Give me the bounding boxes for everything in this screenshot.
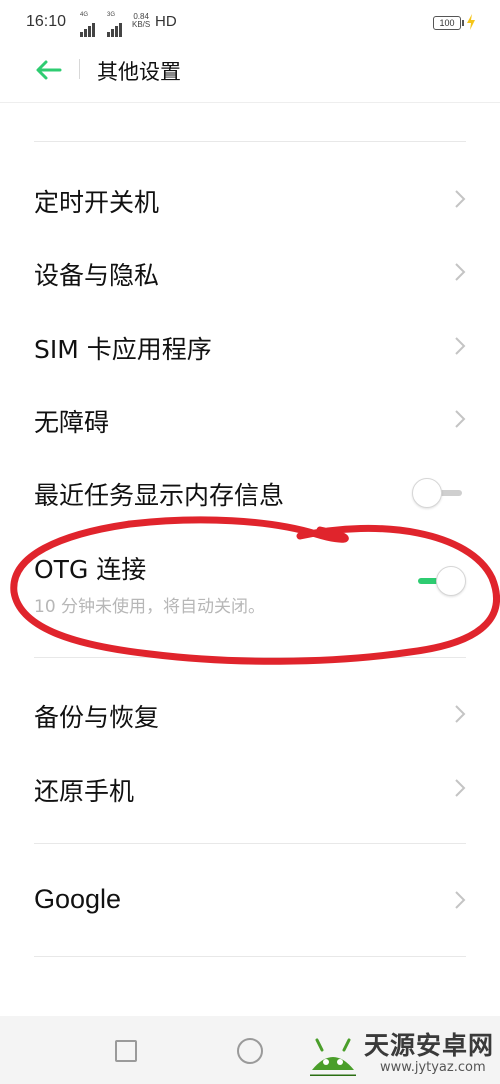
home-circle-icon[interactable] — [237, 1038, 263, 1064]
chevron-right-icon — [455, 263, 466, 281]
otg-toggle[interactable] — [412, 566, 466, 596]
section-divider — [34, 843, 466, 844]
setting-recent-memory: 最近任务显示内存信息 — [0, 456, 500, 530]
section-divider — [34, 141, 466, 142]
setting-label: 最近任务显示内存信息 — [34, 481, 285, 510]
page-title: 其他设置 — [97, 60, 181, 84]
setting-otg: OTG 连接 10 分钟未使用，将自动关闭。 — [0, 530, 500, 626]
setting-label: 还原手机 — [34, 777, 135, 806]
setting-label: SIM 卡应用程序 — [34, 335, 212, 364]
toggle-knob — [412, 478, 442, 508]
page-header: 其他设置 — [0, 48, 500, 103]
network-speed: 0.84 KB/S — [132, 12, 151, 29]
recent-apps-square-icon[interactable] — [115, 1040, 137, 1062]
setting-label: OTG 连接 — [34, 555, 147, 584]
charging-icon — [467, 14, 475, 30]
recent-memory-toggle[interactable] — [412, 478, 466, 508]
setting-backup[interactable]: 备份与恢复 — [0, 678, 500, 752]
chevron-right-icon — [455, 337, 466, 355]
chevron-right-icon — [455, 705, 466, 723]
setting-accessibility[interactable]: 无障碍 — [0, 383, 500, 457]
setting-label: 备份与恢复 — [34, 703, 160, 732]
watermark-name: 天源安卓网 — [364, 1031, 495, 1060]
setting-label: 定时开关机 — [34, 188, 160, 217]
watermark: 天源安卓网 www.jytyaz.com — [306, 1026, 496, 1082]
battery-icon: 100 — [433, 16, 464, 30]
chevron-right-icon — [455, 410, 466, 428]
chevron-right-icon — [455, 779, 466, 797]
setting-label: Google — [34, 884, 122, 914]
otg-description: 10 分钟未使用，将自动关闭。 — [34, 597, 266, 617]
status-time: 16:10 — [26, 13, 67, 30]
setting-label: 设备与隐私 — [34, 261, 160, 290]
section-divider — [34, 956, 466, 957]
section-divider — [34, 657, 466, 658]
setting-timer-power[interactable]: 定时开关机 — [0, 163, 500, 237]
cellular-signal-icon-2: 3G — [107, 12, 131, 37]
setting-google[interactable]: Google — [0, 864, 500, 938]
toggle-knob — [436, 566, 466, 596]
status-bar: 16:10 4G 3G 0.84 KB/S HD 100 — [0, 0, 500, 48]
setting-reset[interactable]: 还原手机 — [0, 752, 500, 826]
setting-label: 无障碍 — [34, 408, 110, 437]
hd-voice-indicator: HD — [155, 13, 177, 30]
chevron-right-icon — [455, 190, 466, 208]
android-logo-icon — [310, 1038, 356, 1076]
setting-sim-apps[interactable]: SIM 卡应用程序 — [0, 310, 500, 384]
chevron-right-icon — [455, 891, 466, 909]
setting-device-privacy[interactable]: 设备与隐私 — [0, 236, 500, 310]
header-divider — [79, 59, 80, 79]
watermark-url: www.jytyaz.com — [380, 1060, 486, 1075]
back-arrow-icon[interactable] — [34, 58, 62, 82]
cellular-signal-icon-1: 4G — [80, 12, 104, 37]
